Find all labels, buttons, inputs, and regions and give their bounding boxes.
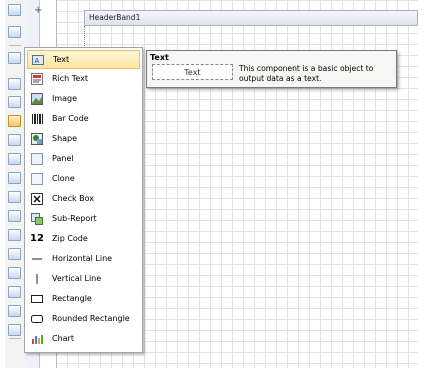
chart-icon <box>31 333 43 345</box>
toolbar-component-icon[interactable] <box>8 191 21 203</box>
menu-item-image[interactable]: Image <box>27 90 140 109</box>
toolbar-component-icon[interactable] <box>8 305 21 317</box>
header-band-title: HeaderBand1 <box>89 13 141 22</box>
header-band[interactable]: HeaderBand1 <box>84 10 418 26</box>
vertical-line-icon <box>31 273 43 285</box>
rich-text-icon <box>31 73 43 85</box>
subreport-icon <box>31 213 43 225</box>
tooltip-preview: Text <box>152 64 233 80</box>
toolbar-component-icon[interactable] <box>8 134 21 146</box>
toolbar-component-icon[interactable] <box>8 229 21 241</box>
toolbar-pointer-icon[interactable] <box>8 4 21 16</box>
toolbar-component-icon[interactable] <box>8 78 21 90</box>
ruler-origin-icon: + <box>34 5 43 16</box>
toolbar-separator <box>9 45 21 46</box>
rounded-rectangle-icon <box>31 313 43 325</box>
menu-item-sub-report[interactable]: Sub-Report <box>27 210 140 229</box>
image-icon <box>31 93 43 105</box>
menu-item-rectangle[interactable]: Rectangle <box>27 290 140 309</box>
toolbar-zoom-icon[interactable] <box>8 52 21 64</box>
menu-item-check-box[interactable]: Check Box <box>27 190 140 209</box>
header-band-area[interactable] <box>84 26 419 46</box>
toolbar-component-icon[interactable] <box>8 153 21 165</box>
toolbar-text-icon[interactable] <box>8 115 21 127</box>
menu-item-clone[interactable]: Clone <box>27 170 140 189</box>
menu-item-rounded-rectangle[interactable]: Rounded Rectangle <box>27 310 140 329</box>
toolbar-component-icon[interactable] <box>8 286 21 298</box>
text-icon: A <box>32 54 44 66</box>
horizontal-line-icon <box>31 253 43 265</box>
zipcode-icon: 12 <box>30 233 44 244</box>
toolbar-band-icon[interactable] <box>8 26 21 38</box>
toolbar-component-icon[interactable] <box>8 172 21 184</box>
toolbar-component-icon[interactable] <box>8 267 21 279</box>
menu-item-text[interactable]: A Text <box>27 50 140 69</box>
toolbar-component-icon[interactable] <box>8 248 21 260</box>
menu-item-horizontal-line[interactable]: Horizontal Line <box>27 250 140 269</box>
svg-text:A: A <box>35 57 40 65</box>
toolbar-component-icon[interactable] <box>8 324 21 336</box>
component-menu: A Text Rich Text Image Bar Code Shape Pa… <box>24 47 143 353</box>
menu-item-vertical-line[interactable]: Vertical Line <box>27 270 140 289</box>
shape-icon <box>31 133 43 145</box>
menu-item-zip-code[interactable]: 12 Zip Code <box>27 230 140 249</box>
menu-item-chart[interactable]: Chart <box>27 330 140 349</box>
menu-item-bar-code[interactable]: Bar Code <box>27 110 140 129</box>
tooltip-description: This component is a basic object to outp… <box>239 64 374 83</box>
clone-icon <box>31 173 43 185</box>
toolbar-component-icon[interactable] <box>8 210 21 222</box>
barcode-icon <box>31 113 43 125</box>
toolbar-component-icon[interactable] <box>8 96 21 108</box>
component-tooltip: Text Text This component is a basic obje… <box>146 50 397 88</box>
toolbar-separator <box>9 338 21 339</box>
rectangle-icon <box>31 293 43 305</box>
panel-icon <box>31 153 43 165</box>
menu-item-shape[interactable]: Shape <box>27 130 140 149</box>
menu-item-rich-text[interactable]: Rich Text <box>27 70 140 89</box>
checkbox-icon <box>31 193 43 205</box>
menu-item-panel[interactable]: Panel <box>27 150 140 169</box>
tooltip-title: Text <box>150 53 169 62</box>
